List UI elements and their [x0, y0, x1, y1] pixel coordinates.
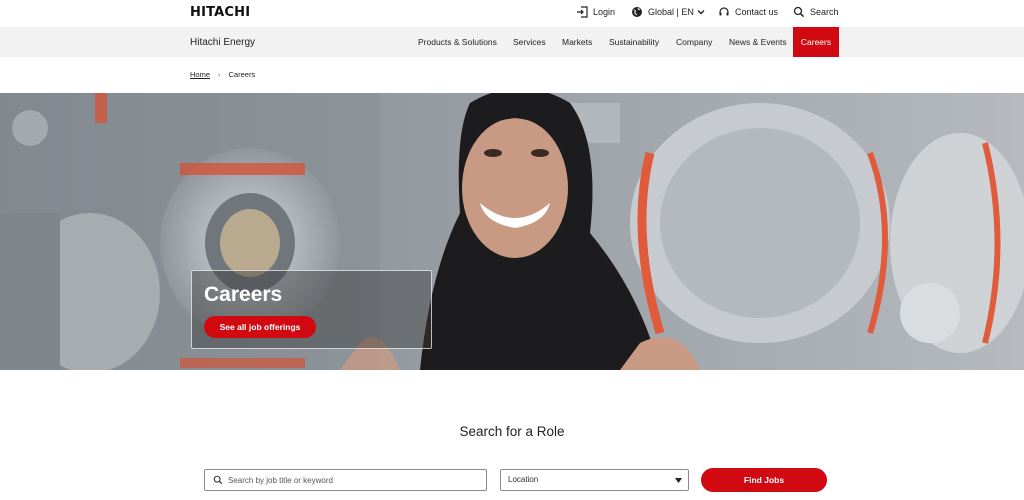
nav-item-company[interactable]: Company — [676, 27, 712, 57]
hero-title: Careers — [204, 283, 283, 306]
keyword-search-input[interactable]: Search by job title or keyword — [204, 469, 487, 491]
nav-item-sustainability[interactable]: Sustainability — [609, 27, 659, 57]
nav-item-services[interactable]: Services — [513, 27, 546, 57]
keyword-search-placeholder: Search by job title or keyword — [228, 475, 333, 485]
hero-card: Careers See all job offerings — [191, 270, 432, 349]
brand-name[interactable]: Hitachi Energy — [190, 37, 255, 48]
top-utility-bar: HITACHI Login Global | EN Contact us Sea… — [0, 0, 1024, 26]
login-icon — [577, 6, 588, 18]
hero-image — [0, 93, 1024, 370]
chevron-down-icon — [697, 10, 705, 15]
nav-item-products-solutions[interactable]: Products & Solutions — [418, 27, 497, 57]
see-all-jobs-button[interactable]: See all job offerings — [204, 316, 316, 338]
search-icon — [213, 475, 223, 485]
globe-icon — [632, 7, 642, 17]
main-navigation: Hitachi Energy Products & Solutions Serv… — [0, 27, 1024, 57]
breadcrumb: Home › Careers — [190, 70, 255, 79]
breadcrumb-home[interactable]: Home — [190, 70, 210, 79]
login-label: Login — [593, 7, 616, 17]
nav-item-careers[interactable]: Careers — [793, 27, 839, 57]
contact-label: Contact us — [735, 7, 779, 17]
contact-link[interactable]: Contact us — [718, 6, 778, 18]
find-jobs-button[interactable]: Find Jobs — [701, 468, 827, 492]
location-select-value: Location — [508, 475, 539, 484]
language-label: Global | EN — [648, 7, 694, 17]
dropdown-arrow-icon — [675, 478, 682, 483]
language-selector[interactable]: Global | EN — [631, 6, 705, 18]
breadcrumb-current: Careers — [228, 70, 256, 79]
location-select[interactable]: Location — [500, 469, 689, 491]
nav-item-markets[interactable]: Markets — [562, 27, 592, 57]
search-label: Search — [810, 7, 839, 17]
search-link[interactable]: Search — [793, 6, 839, 18]
headset-icon — [719, 7, 729, 16]
hero-banner: Careers See all job offerings — [0, 93, 1024, 370]
breadcrumb-separator-icon: › — [218, 70, 221, 79]
hitachi-logo[interactable]: HITACHI — [190, 5, 250, 20]
login-link[interactable]: Login — [576, 6, 615, 18]
nav-item-news-events[interactable]: News & Events — [729, 27, 787, 57]
search-section-title: Search for a Role — [459, 424, 565, 439]
search-icon — [793, 6, 805, 18]
